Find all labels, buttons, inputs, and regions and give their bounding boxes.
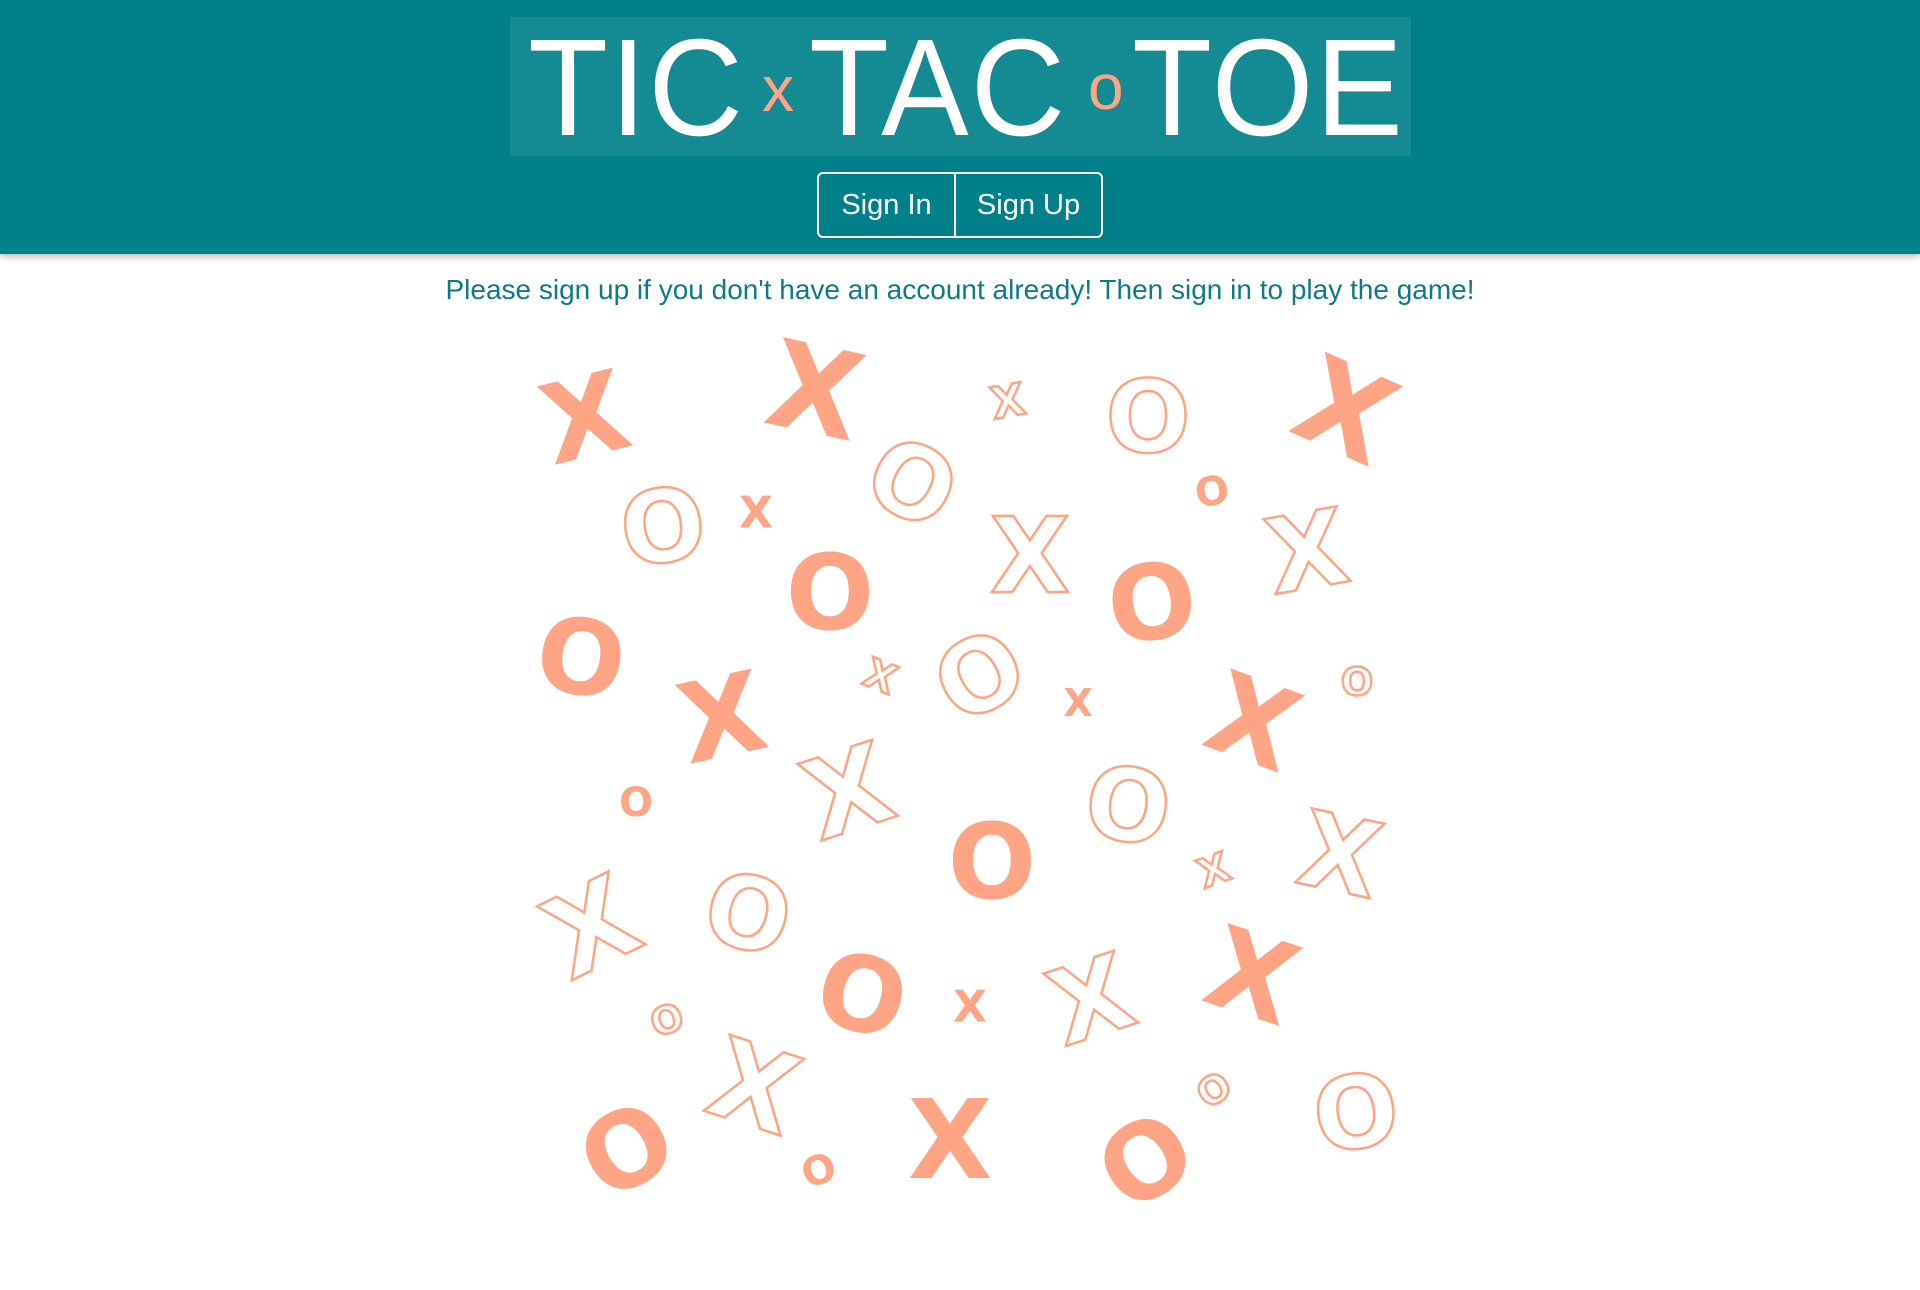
pattern-x-mark: X [953, 982, 987, 1033]
pattern-x-mark: X [1063, 681, 1092, 725]
pattern-o-mark: O [1341, 660, 1373, 704]
pattern-x-mark: X [1288, 787, 1392, 923]
pattern-x-mark: X [1190, 647, 1316, 799]
title-separator-o: o [1088, 51, 1124, 123]
pattern-o-mark: O [948, 801, 1036, 923]
pattern-x-mark: X [987, 374, 1029, 430]
pattern-o-mark: O [847, 411, 977, 554]
pattern-o-mark: O [914, 604, 1046, 748]
pattern-x-mark: X [990, 495, 1070, 617]
pattern-x-mark: X [788, 718, 908, 866]
app-title: TIC x TAC o TOE [510, 11, 1411, 165]
title-word-tac: TAC [809, 11, 1068, 165]
pattern-o-mark: O [613, 463, 713, 591]
title-word-toe: TOE [1132, 11, 1405, 165]
pattern-x-mark: X [755, 314, 874, 469]
pattern-x-mark: X [694, 1013, 814, 1161]
pattern-x-mark: X [667, 647, 777, 790]
pattern-x-mark: X [528, 346, 641, 491]
pattern-o-mark: O [786, 532, 874, 654]
pattern-o-mark: O [1100, 536, 1205, 669]
pattern-x-mark: X [857, 650, 903, 704]
pattern-o-mark: O [1075, 1086, 1217, 1237]
welcome-message: Please sign up if you don't have an acco… [445, 274, 1475, 305]
pattern-o-mark: O [1306, 1049, 1406, 1177]
pattern-x-mark: X [1034, 930, 1148, 1071]
pattern-x-mark: X [908, 1076, 993, 1204]
pattern-x-mark: X [1274, 330, 1415, 495]
pattern-o-mark: O [795, 1144, 843, 1199]
pattern-x-mark: X [739, 488, 773, 539]
pattern-o-mark: O [558, 1075, 696, 1225]
pattern-o-mark: O [804, 925, 919, 1065]
pattern-o-mark: O [619, 780, 653, 826]
pattern-o-mark: O [1192, 467, 1232, 517]
pattern-x-mark: X [1257, 485, 1357, 619]
title-separator-x: x [762, 53, 794, 125]
pattern-o-mark: O [529, 591, 634, 724]
pattern-o-mark: O [1105, 359, 1190, 476]
sign-up-button[interactable]: Sign Up [956, 174, 1101, 236]
sign-in-button[interactable]: Sign In [819, 174, 956, 236]
pattern-o-mark: O [1078, 742, 1178, 870]
app-header: TIC x TAC o TOE Sign In Sign Up [0, 0, 1920, 254]
pattern-x-mark: X [1192, 844, 1237, 898]
pattern-o-mark: O [1188, 1063, 1239, 1118]
auth-button-group: Sign In Sign Up [817, 172, 1103, 238]
pattern-o-mark: O [693, 847, 804, 981]
title-word-tic: TIC [528, 11, 745, 165]
pattern-x-mark: X [1191, 902, 1313, 1052]
pattern-o-mark: O [644, 994, 689, 1046]
pattern-x-mark: X [525, 851, 660, 1006]
